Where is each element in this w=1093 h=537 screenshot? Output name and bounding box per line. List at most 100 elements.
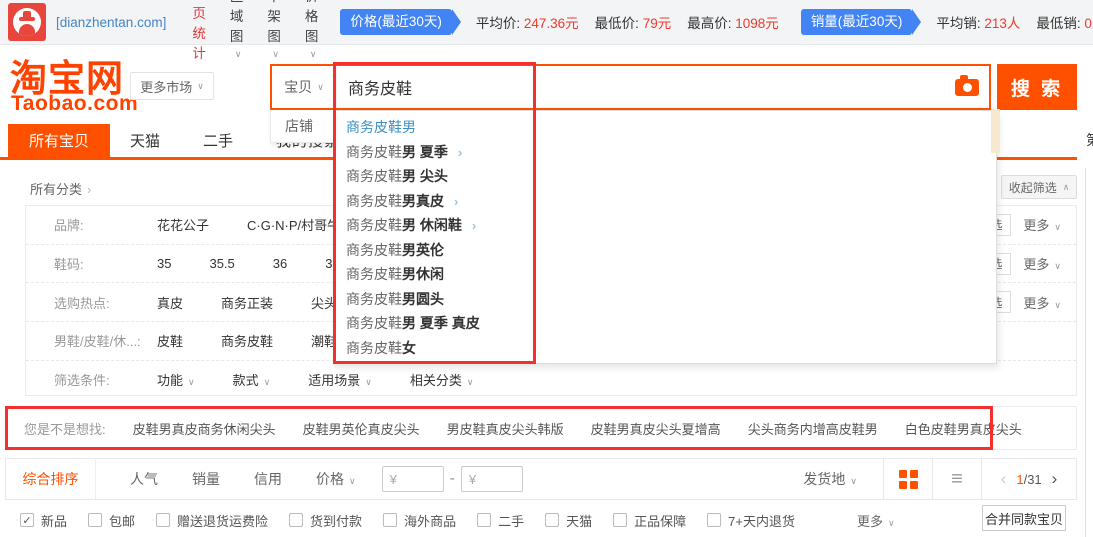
search-type-selector[interactable]: 宝贝∨ [272, 66, 337, 108]
related-search-link[interactable]: 尖头商务内增高皮鞋男 [748, 419, 878, 438]
image-search-button[interactable] [945, 66, 989, 108]
price-range-inputs: ¥ - ¥ [382, 466, 523, 492]
tab-tmall[interactable]: 天猫 [130, 124, 160, 157]
checkbox-overseas[interactable]: 海外商品 [383, 511, 456, 530]
filter-value[interactable]: 35.5 [209, 256, 234, 271]
service-filter-row: ✓新品 包邮 赠送退货运费险 货到付款 海外商品 二手 天猫 正品保障 7+天内… [5, 505, 1077, 535]
region-chart-menu[interactable]: 区域图∨ [230, 0, 244, 60]
chevron-down-icon: ∨ [310, 49, 317, 59]
suggestion-item[interactable]: 商务皮鞋男休闲 [334, 262, 996, 287]
search-button[interactable]: 搜 索 [997, 64, 1077, 110]
related-search-link[interactable]: 皮鞋男英伦真皮尖头 [303, 419, 420, 438]
sort-credit[interactable]: 信用 [254, 469, 282, 489]
search-type-option-shop[interactable]: 店铺 [270, 110, 335, 143]
max-price-stat: 最高价: 1098元 [687, 12, 779, 32]
suggestion-item[interactable]: 商务皮鞋男 夏季 真皮 [334, 311, 996, 336]
checkbox-icon [383, 513, 397, 527]
list-view-button[interactable]: ≡ [932, 459, 981, 499]
search-input[interactable] [337, 66, 945, 108]
more-link[interactable]: 更多∨ [1023, 215, 1061, 234]
filter-value[interactable]: 商务正装 [221, 293, 273, 312]
filter-label: 筛选条件: [26, 370, 157, 389]
related-search-link[interactable]: 男皮鞋真皮尖头韩版 [447, 419, 564, 438]
chevron-down-icon: ∨ [272, 49, 279, 59]
filter-dropdown[interactable]: 相关分类∨ [410, 370, 474, 389]
page-indicator: 1/31 [1016, 472, 1041, 487]
chevron-right-icon: › [472, 218, 476, 233]
filter-value[interactable]: 36 [273, 256, 287, 271]
price-min-input[interactable]: ¥ [382, 466, 444, 492]
all-categories-link[interactable]: 所有分类› [30, 179, 91, 198]
chevron-right-icon: › [87, 182, 91, 197]
collapse-filters-button[interactable]: 收起筛选∧ [1001, 175, 1077, 199]
checkbox-new-item[interactable]: ✓新品 [20, 511, 67, 530]
ship-from-dropdown[interactable]: 发货地∨ [803, 469, 857, 489]
avg-sales-stat: 平均销: 213人 [936, 12, 1020, 32]
site-link[interactable]: [dianzhentan.com] [56, 15, 166, 30]
min-price-stat: 最低价: 79元 [595, 12, 672, 32]
filter-dropdown[interactable]: 功能∨ [157, 370, 195, 389]
more-link[interactable]: 更多∨ [1023, 254, 1061, 273]
filter-value[interactable]: 花花公子 [157, 215, 209, 234]
range-dash: - [450, 470, 455, 488]
more-markets-dropdown[interactable]: 更多市场∨ [130, 72, 214, 100]
tab-secondhand[interactable]: 二手 [203, 124, 233, 157]
search-suggestions-dropdown: 商务皮鞋男 商务皮鞋男 夏季› 商务皮鞋男 尖头 商务皮鞋男真皮› 商务皮鞋男 … [333, 110, 997, 364]
sort-price[interactable]: 价格∨ [316, 469, 356, 489]
more-link[interactable]: 更多∨ [1023, 293, 1061, 312]
checkbox-checked-icon: ✓ [20, 513, 34, 527]
taobao-logo-en[interactable]: Taobao.com [11, 92, 138, 116]
suggestion-item[interactable]: 商务皮鞋男圆头 [334, 287, 996, 312]
sort-sales[interactable]: 销量 [192, 469, 220, 489]
related-search-link[interactable]: 皮鞋男真皮尖头夏增高 [591, 419, 721, 438]
chevron-down-icon: ∨ [188, 377, 195, 387]
related-search-link[interactable]: 白色皮鞋男真皮尖头 [905, 419, 1022, 438]
checkbox-secondhand[interactable]: 二手 [477, 511, 524, 530]
merge-same-items-button[interactable]: 合并同款宝贝 [982, 505, 1066, 531]
price-max-input[interactable]: ¥ [461, 466, 523, 492]
price-chart-menu[interactable]: 价格图∨ [305, 0, 319, 60]
checkbox-cod[interactable]: 货到付款 [289, 511, 362, 530]
camera-icon [955, 79, 979, 96]
sort-comprehensive[interactable]: 综合排序 [6, 459, 96, 499]
filter-value[interactable]: 真皮 [157, 293, 183, 312]
next-page-button[interactable]: › [1052, 469, 1058, 489]
dianzhentan-logo-icon[interactable] [8, 3, 46, 41]
filter-value[interactable]: 35 [157, 256, 171, 271]
avg-price-stat: 平均价: 247.36元 [476, 12, 579, 32]
filter-dropdown[interactable]: 适用场景∨ [308, 370, 372, 389]
related-search-link[interactable]: 皮鞋男真皮商务休闲尖头 [133, 419, 276, 438]
chevron-down-icon: ∨ [850, 476, 857, 486]
suggestion-item[interactable]: 商务皮鞋男 尖头 [334, 164, 996, 189]
checkbox-return-insurance[interactable]: 赠送退货运费险 [156, 511, 268, 530]
checkbox-tmall[interactable]: 天猫 [545, 511, 592, 530]
suggestion-item[interactable]: 商务皮鞋男 夏季› [334, 140, 996, 165]
sort-toolbar: 综合排序 人气 销量 信用 价格∨ ¥ - ¥ 发货地∨ ≡ ‹ 1/31 › [5, 458, 1077, 500]
more-services-link[interactable]: 更多∨ [857, 511, 895, 530]
pagination: ‹ 1/31 › [981, 459, 1076, 499]
suggestion-item[interactable]: 商务皮鞋男 休闲鞋› [334, 213, 996, 238]
suggestion-item[interactable]: 商务皮鞋女 [334, 336, 996, 361]
suggestion-item[interactable]: 商务皮鞋男 [334, 115, 996, 140]
checkbox-7day-return[interactable]: 7+天内退货 [707, 511, 795, 530]
checkbox-icon [88, 513, 102, 527]
sales-30d-badge: 销量(最近30天) [801, 9, 913, 35]
grid-icon [899, 470, 918, 489]
sort-popularity[interactable]: 人气 [130, 469, 158, 489]
checkbox-free-shipping[interactable]: 包邮 [88, 511, 135, 530]
guess-label: 您是不是想找: [24, 419, 106, 438]
checkbox-authentic[interactable]: 正品保障 [613, 511, 686, 530]
prev-page-button[interactable]: ‹ [1001, 469, 1007, 489]
filter-value[interactable]: 商务皮鞋 [221, 331, 273, 350]
page-stats-link[interactable]: 本页统计 [192, 0, 206, 62]
filter-label: 选购热点: [26, 293, 157, 312]
filter-dropdown[interactable]: 款式∨ [233, 370, 271, 389]
suggestion-item[interactable]: 商务皮鞋男英伦 [334, 238, 996, 263]
chevron-down-icon: ∨ [1054, 261, 1061, 271]
chevron-down-icon: ∨ [317, 82, 324, 93]
filter-value[interactable]: 皮鞋 [157, 331, 183, 350]
tab-all-items[interactable]: 所有宝贝 [8, 124, 110, 157]
suggestion-item[interactable]: 商务皮鞋男真皮› [334, 189, 996, 214]
grid-view-button[interactable] [883, 459, 932, 499]
delist-chart-menu[interactable]: 下架图∨ [267, 0, 281, 60]
